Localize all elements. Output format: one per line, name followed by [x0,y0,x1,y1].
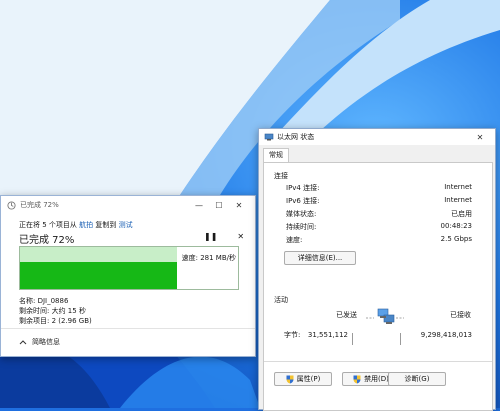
activity-section-label: 活动 [274,296,288,304]
link-speed-label: 速度: [286,236,303,244]
copy-app-icon [7,200,16,210]
source-folder-link[interactable]: 航拍 [79,221,93,229]
close-button[interactable]: ✕ [229,201,249,210]
time-remaining-label: 剩余时间: 大约 15 秒 [19,307,86,315]
cancel-copy-button[interactable]: ✕ [237,232,244,241]
copy-description-prefix: 正在将 5 个项目从 [19,221,77,229]
properties-button-label: 属性(P) [296,375,321,383]
received-divider [400,333,401,345]
network-icon [264,133,274,141]
link-speed-value: 2.5 Gbps [440,235,472,243]
ethernet-tab-panel: 连接 IPv4 连接: Internet IPv6 连接: Internet 媒… [263,162,493,411]
copy-divider [1,328,255,329]
disable-button-label: 禁用(D) [364,375,389,383]
pause-button[interactable]: ❚❚ [204,232,217,241]
tab-general[interactable]: 常规 [263,148,289,163]
duration-label: 持续时间: [286,223,317,231]
copy-metadata: 名称: DJI_0886 剩余时间: 大约 15 秒 剩余项目: 2 (2.96… [19,296,92,326]
copy-controls: ❚❚ ✕ [204,232,244,241]
ethernet-window-title: 以太网 状态 [277,133,315,141]
media-state-value: 已启用 [451,210,472,218]
copy-progress-window: 已完成 72% — ☐ ✕ 正在将 5 个项目从 航拍 复制到 测试 已完成 7… [0,195,256,357]
duration-row: 持续时间: 00:48:23 [286,222,472,233]
fewer-details-label: 简略信息 [32,338,60,346]
media-state-label: 媒体状态: [286,210,317,218]
copy-to-text: 复制到 [95,221,117,229]
copy-window-titlebar: 已完成 72% — ☐ ✕ [1,196,255,214]
sent-divider [352,333,353,345]
ethernet-status-window: 以太网 状态 ✕ 常规 连接 IPv4 连接: Internet IPv6 连接… [258,128,496,411]
speed-graph-fill [20,262,177,289]
sent-label: 已发送 [336,311,357,319]
copy-percent-label: 已完成 72% [19,235,75,246]
shield-icon [286,375,294,383]
ethernet-close-button[interactable]: ✕ [470,133,490,142]
details-button[interactable]: 详细信息(E)... [284,251,356,265]
ipv4-row: IPv4 连接: Internet [286,183,472,194]
connection-section-label: 连接 [274,172,288,180]
diagnose-button[interactable]: 诊断(G) [388,372,446,386]
file-name-label: 名称: DJI_0886 [19,297,69,305]
ipv6-value: Internet [444,196,472,204]
media-state-row: 媒体状态: 已启用 [286,209,472,220]
fewer-details-toggle[interactable]: 简略信息 [19,337,60,347]
properties-button[interactable]: 属性(P) [274,372,332,386]
network-activity-icon [366,308,404,324]
ipv6-label: IPv6 连接: [286,197,320,205]
bytes-received-value: 9,298,418,013 [420,331,472,339]
destination-folder-link[interactable]: 测试 [119,221,133,229]
minimize-button[interactable]: — [189,201,209,210]
copy-window-title: 已完成 72% [20,201,59,209]
actions-divider [264,361,492,362]
copy-description: 正在将 5 个项目从 航拍 复制到 测试 [19,220,133,230]
duration-value: 00:48:23 [440,222,472,230]
ipv6-row: IPv6 连接: Internet [286,196,472,207]
shield-icon [353,375,361,383]
ipv4-value: Internet [444,183,472,191]
bytes-sent-value: 31,551,112 [307,331,348,339]
transfer-speed-graph: 速度: 281 MB/秒 [19,246,239,290]
speed-row: 速度: 2.5 Gbps [286,235,472,246]
ipv4-label: IPv4 连接: [286,184,320,192]
chevron-up-icon [19,340,27,345]
ethernet-window-titlebar: 以太网 状态 ✕ [259,129,495,145]
maximize-button[interactable]: ☐ [209,201,229,210]
speed-label: 速度: 281 MB/秒 [177,253,238,263]
items-remaining-label: 剩余项目: 2 (2.96 GB) [19,317,92,325]
received-label: 已接收 [450,311,471,319]
